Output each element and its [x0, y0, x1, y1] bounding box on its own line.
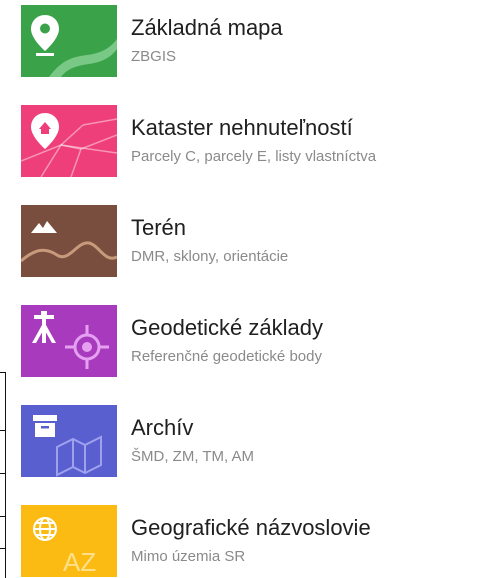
layer-subtitle: DMR, sklony, orientácie	[131, 248, 289, 265]
home-pin-parcels-icon	[21, 105, 117, 177]
layer-title: Archív	[131, 415, 194, 440]
layer-title: Geodetické základy	[131, 315, 323, 340]
background-panel-line	[0, 516, 6, 517]
layer-title: Geografické názvoslovie	[131, 515, 371, 540]
layer-subtitle: ŠMD, ZM, TM, AM	[131, 448, 255, 465]
mountain-terrain-icon	[21, 205, 117, 277]
layer-item-geodeticke-zaklady[interactable]: Geodetické základy Referenčné geodetické…	[21, 305, 471, 377]
layer-item-kataster[interactable]: Kataster nehnuteľností Parcely C, parcel…	[21, 105, 471, 177]
layer-subtitle: ZBGIS	[131, 48, 177, 65]
background-panel-line	[0, 473, 6, 474]
layer-item-archiv[interactable]: Archív ŠMD, ZM, TM, AM	[21, 405, 471, 477]
layer-title: Terén	[131, 215, 187, 240]
layer-subtitle: Referenčné geodetické body	[131, 348, 322, 365]
az-glyph: AZ	[63, 547, 96, 577]
layer-subtitle: Mimo územia SR	[131, 548, 246, 565]
background-panel-line	[0, 548, 6, 549]
layer-item-teren[interactable]: Terén DMR, sklony, orientácie	[21, 205, 471, 277]
layer-menu: Základná mapa ZBGIS Kataster nehnuteľnos…	[0, 0, 479, 578]
background-panel-line	[0, 430, 6, 431]
map-pin-road-icon	[21, 5, 117, 77]
archive-box-map-icon	[21, 405, 117, 477]
globe-az-icon: AZ	[21, 505, 117, 577]
layer-subtitle: Parcely C, parcely E, listy vlastníctva	[131, 148, 377, 165]
layer-title: Kataster nehnuteľností	[131, 115, 353, 140]
layer-title: Základná mapa	[131, 15, 283, 40]
layer-item-zakladna-mapa[interactable]: Základná mapa ZBGIS	[21, 5, 471, 77]
survey-tripod-target-icon	[21, 305, 117, 377]
layer-item-geograficke-nazvoslovie[interactable]: AZ Geografické názvoslovie Mimo územia S…	[21, 505, 471, 577]
